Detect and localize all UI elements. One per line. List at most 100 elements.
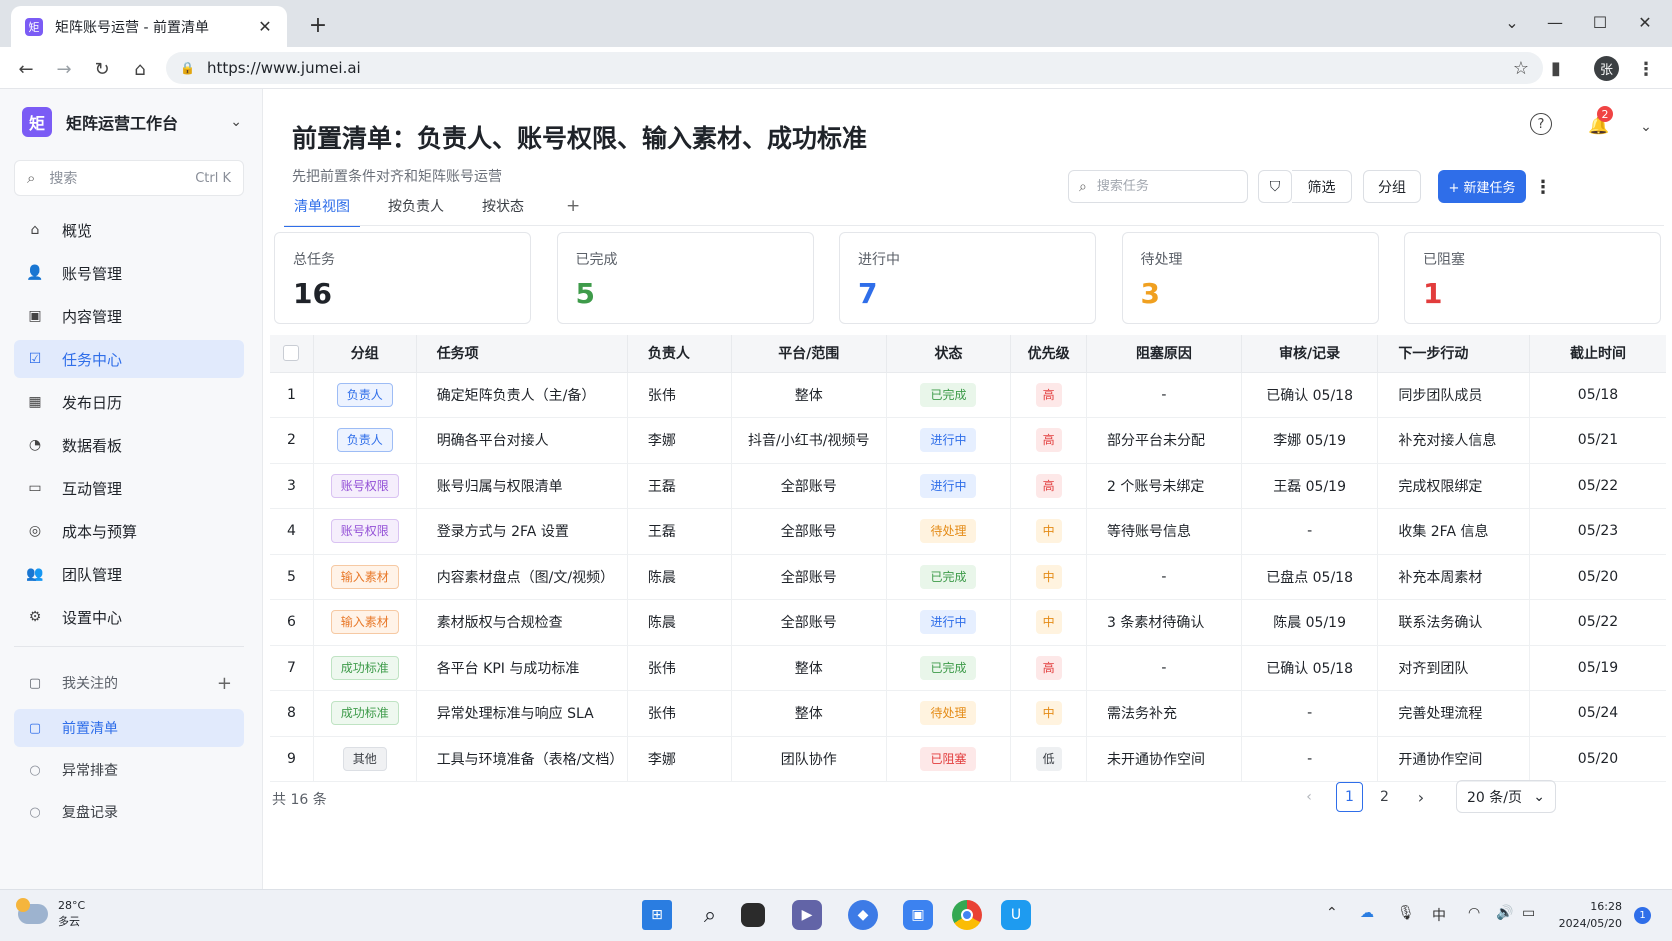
sidebar-item-overview[interactable]: ⌂ 概览 (14, 211, 244, 249)
battery-icon[interactable]: ▭ (1522, 905, 1535, 921)
start-menu-icon[interactable]: ⊞ (642, 900, 672, 930)
sidebar-item-team[interactable]: 👥 团队管理 (14, 555, 244, 593)
taskbar-chat-app-icon[interactable]: ▣ (903, 900, 933, 930)
bookmark-star-icon[interactable]: ☆ (1513, 58, 1529, 79)
task-name[interactable]: 登录方式与 2FA 设置 (437, 524, 569, 540)
microphone-icon[interactable]: 🎙 (1397, 905, 1415, 921)
sidebar-item-tasks[interactable]: ☑ 任务中心 (14, 340, 244, 378)
task-search[interactable]: ⌕ (1068, 170, 1248, 203)
task-name[interactable]: 账号归属与权限清单 (437, 479, 563, 495)
sidebar-item-interaction[interactable]: ▭ 互动管理 (14, 469, 244, 507)
table-row[interactable]: 8 成功标准 异常处理标准与响应 SLA 张伟 整体 待处理 中 需法务补充 - 完善处理流程 05… (270, 690, 1666, 737)
favorite-item-review[interactable]: ○ 复盘记录 (14, 793, 244, 831)
next-page-button[interactable]: › (1408, 782, 1434, 812)
tab-by-owner[interactable]: 按负责人 (378, 196, 454, 225)
url-text[interactable]: https://www.jumei.ai (207, 59, 1513, 77)
taskbar-u-app-icon[interactable]: U (1001, 900, 1031, 930)
chevron-down-icon[interactable]: ⌄ (1632, 113, 1660, 141)
table-row[interactable]: 5 输入素材 内容素材盘点（图/文/视频） 陈晨 全部账号 已完成 中 - 已盘点 05/18 补… (270, 554, 1666, 600)
task-name[interactable]: 各平台 KPI 与成功标准 (437, 661, 580, 677)
tab-by-status[interactable]: 按状态 (472, 196, 534, 225)
task-name[interactable]: 内容素材盘点（图/文/视频） (437, 570, 614, 586)
table-row[interactable]: 9 其他 工具与环境准备（表格/文档） 李娜 团队协作 已阻塞 低 未开通协作空间 - 开通协作空… (270, 736, 1666, 782)
sidebar-search[interactable]: ⌕ 搜索 Ctrl K (14, 160, 244, 196)
sidebar-item-settings[interactable]: ⚙ 设置中心 (14, 598, 244, 636)
side-panel-icon[interactable]: ▮ (1542, 54, 1570, 82)
chrome-icon[interactable] (952, 900, 982, 930)
volume-icon[interactable]: 🔊 (1496, 905, 1513, 921)
add-view-button[interactable]: + (558, 196, 588, 225)
weather-widget[interactable]: 28°C 多云 (16, 898, 85, 930)
task-name[interactable]: 工具与环境准备（表格/文档） (437, 752, 624, 768)
system-clock[interactable]: 16:28 2024/05/20 (1556, 898, 1622, 932)
column-header[interactable]: 审核/记录 (1241, 335, 1379, 373)
browser-tab[interactable]: 矩 矩阵账号运营 - 前置清单 ✕ (11, 6, 287, 47)
sidebar-item-content[interactable]: ▣ 内容管理 (14, 297, 244, 335)
taskbar-app-icon[interactable]: ◆ (848, 900, 878, 930)
favorite-item-checklist[interactable]: ▢ 前置清单 (14, 709, 244, 747)
column-header[interactable]: 状态 (886, 335, 1012, 373)
browser-menu-icon[interactable]: ⋮ (1632, 55, 1660, 83)
task-name[interactable]: 确定矩阵负责人（主/备） (437, 388, 596, 404)
table-row[interactable]: 7 成功标准 各平台 KPI 与成功标准 张伟 整体 已完成 高 - 已确认 05/18 对齐到团… (270, 645, 1666, 691)
filter-button[interactable]: 筛选 (1292, 170, 1352, 203)
sidebar-item-accounts[interactable]: 👤 账号管理 (14, 254, 244, 292)
column-header[interactable]: 平台/范围 (731, 335, 887, 373)
select-all-cell[interactable] (270, 335, 314, 373)
task-name[interactable]: 素材版权与合规检查 (437, 615, 563, 631)
teams-app-icon[interactable]: ▶ (792, 900, 822, 930)
wifi-icon[interactable]: ◠ (1468, 905, 1480, 921)
table-row[interactable]: 3 账号权限 账号归属与权限清单 王磊 全部账号 进行中 高 2 个账号未绑定 王磊 05/19… (270, 463, 1666, 509)
workspace-switcher[interactable]: 矩 矩阵运营工作台 ⌄ (22, 105, 242, 139)
tab-search-chevron-icon[interactable]: ⌄ (1492, 6, 1532, 38)
column-header[interactable]: 截止时间 (1529, 335, 1666, 373)
table-row[interactable]: 2 负责人 明确各平台对接人 李娜 抖音/小红书/视频号 进行中 高 部分平台未分配 李娜 05… (270, 417, 1666, 464)
prev-page-button[interactable]: ‹ (1296, 782, 1322, 812)
column-header[interactable]: 下一步行动 (1377, 335, 1530, 373)
maximize-window-button[interactable]: ☐ (1580, 6, 1620, 38)
add-favorite-button[interactable]: + (217, 673, 232, 694)
page-size-select[interactable]: 20 条/页 ⌄ (1456, 780, 1556, 813)
home-browser-icon[interactable]: ⌂ (126, 55, 154, 83)
ime-indicator[interactable]: 中 (1432, 905, 1446, 925)
taskbar-search-icon[interactable]: ⌕ (695, 900, 725, 930)
reload-icon[interactable]: ↻ (88, 55, 116, 83)
tab-list-view[interactable]: 清单视图 (284, 196, 360, 227)
group-button[interactable]: 分组 (1363, 170, 1421, 203)
table-row[interactable]: 1 负责人 确定矩阵负责人（主/备） 张伟 整体 已完成 高 - 已确认 05/18 同步团队成员… (270, 372, 1666, 418)
column-header[interactable]: 负责人 (627, 335, 732, 373)
select-all-checkbox[interactable] (283, 345, 300, 362)
forward-arrow-icon[interactable]: → (50, 55, 78, 83)
task-search-input[interactable] (1096, 179, 1227, 194)
column-header[interactable]: 优先级 (1010, 335, 1088, 373)
task-name[interactable]: 异常处理标准与响应 SLA (437, 706, 594, 722)
tray-overflow-icon[interactable]: ⌃ (1326, 905, 1338, 921)
task-view-icon[interactable] (741, 903, 765, 927)
table-row[interactable]: 4 账号权限 登录方式与 2FA 设置 王磊 全部账号 待处理 中 等待账号信息 - 收集 2FA… (270, 508, 1666, 555)
table-row[interactable]: 6 输入素材 素材版权与合规检查 陈晨 全部账号 进行中 中 3 条素材待确认 陈晨 05/19… (270, 599, 1666, 646)
sidebar-item-dashboard[interactable]: ◔ 数据看板 (14, 426, 244, 464)
column-header[interactable]: 分组 (313, 335, 417, 373)
page-button-2[interactable]: 2 (1371, 782, 1398, 812)
chevron-down-icon[interactable]: ⌄ (230, 114, 242, 130)
close-tab-icon[interactable]: ✕ (255, 17, 275, 36)
sidebar-item-calendar[interactable]: ▦ 发布日历 (14, 383, 244, 421)
more-options-icon[interactable]: ⋮ (1532, 175, 1554, 199)
filter-icon-button[interactable]: ⛉ (1258, 170, 1292, 203)
profile-avatar[interactable]: 张 (1594, 56, 1619, 81)
onedrive-cloud-icon[interactable]: ☁ (1360, 905, 1374, 921)
minimize-window-button[interactable]: — (1535, 6, 1575, 38)
new-tab-button[interactable]: + (305, 12, 331, 38)
task-name[interactable]: 明确各平台对接人 (437, 433, 549, 449)
notification-center-badge[interactable]: 1 (1634, 907, 1651, 924)
column-header[interactable]: 任务项 (416, 335, 628, 373)
new-task-button[interactable]: + 新建任务 (1438, 170, 1526, 203)
help-icon[interactable]: ? (1530, 113, 1552, 135)
sidebar-item-budget[interactable]: ◎ 成本与预算 (14, 512, 244, 550)
back-arrow-icon[interactable]: ← (12, 55, 40, 83)
close-window-button[interactable]: ✕ (1625, 6, 1665, 38)
favorite-item-troubleshoot[interactable]: ○ 异常排查 (14, 751, 244, 789)
address-bar[interactable]: 🔒 https://www.jumei.ai ☆ (166, 52, 1543, 84)
page-button-1[interactable]: 1 (1336, 782, 1363, 812)
column-header[interactable]: 阻塞原因 (1086, 335, 1242, 373)
